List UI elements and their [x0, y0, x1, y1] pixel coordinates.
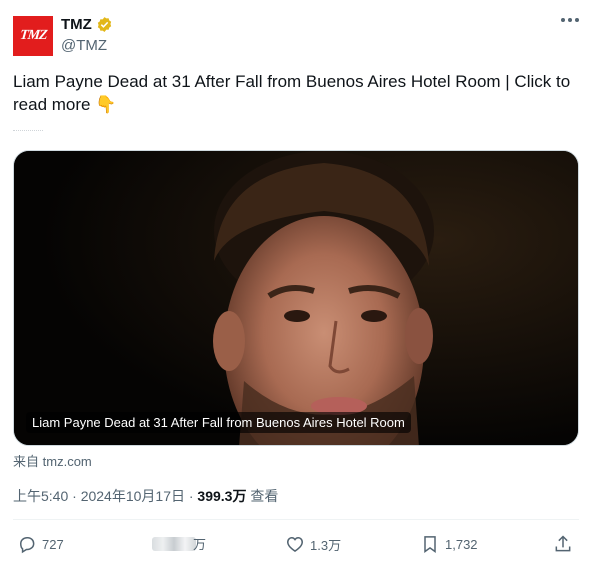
display-name[interactable]: TMZ [61, 16, 92, 33]
source-prefix: 来自 [13, 454, 40, 469]
verified-badge-icon [97, 17, 111, 32]
link-card[interactable]: Liam Payne Dead at 31 After Fall from Bu… [13, 150, 579, 446]
author-name-row: TMZ [61, 16, 113, 33]
blurred-retweet-area [152, 536, 196, 551]
more-options-icon[interactable] [561, 18, 579, 22]
pointing-down-emoji: 👇 [95, 95, 117, 115]
timestamp[interactable]: 上午5:40 · 2024年10月17日 · [13, 488, 197, 504]
views-count: 399.3万 [197, 488, 247, 504]
retweet-button[interactable]: 万 [152, 534, 206, 553]
card-source: 来自 tmz.com [13, 451, 92, 470]
heart-icon [287, 536, 303, 552]
views-label: 查看 [246, 488, 279, 504]
reply-count: 727 [42, 536, 64, 552]
avatar[interactable]: TMZ [13, 16, 53, 56]
like-button[interactable]: 1.3万 [285, 534, 341, 554]
share-button[interactable] [553, 534, 573, 554]
bookmark-icon [424, 536, 436, 553]
faint-divider [13, 130, 43, 133]
tweet: TMZ TMZ @TMZ Liam Payne Dead at 31 After… [0, 0, 595, 566]
avatar-logo-text: TMZ [18, 28, 48, 43]
handle[interactable]: @TMZ [61, 37, 107, 54]
bookmark-button[interactable]: 1,732 [420, 534, 478, 554]
reply-icon [19, 537, 35, 554]
share-icon [555, 535, 571, 552]
retweet-count-partial: 万 [193, 537, 207, 552]
bookmark-count: 1,732 [445, 536, 478, 552]
tweet-text: Liam Payne Dead at 31 After Fall from Bu… [13, 70, 579, 117]
like-count: 1.3万 [310, 537, 342, 553]
card-caption: Liam Payne Dead at 31 After Fall from Bu… [26, 412, 411, 433]
tweet-meta: 上午5:40 · 2024年10月17日 · 399.3万 查看 [13, 486, 278, 506]
card-photo [14, 151, 578, 445]
source-link[interactable]: tmz.com [43, 454, 92, 469]
reply-button[interactable]: 727 [17, 534, 64, 554]
divider [13, 519, 579, 520]
